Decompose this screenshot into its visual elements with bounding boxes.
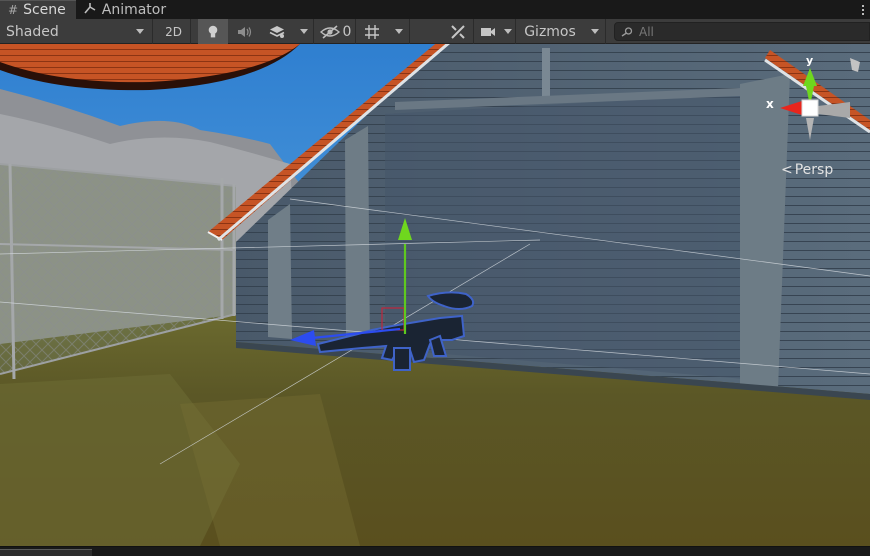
chevron-left-icon: < (781, 162, 793, 178)
hidden-objects-count: 0 (342, 23, 352, 40)
camera-settings-button[interactable] (476, 19, 500, 44)
search-input[interactable] (639, 24, 839, 39)
bottom-tab-strip (0, 546, 870, 556)
chevron-down-icon (503, 29, 512, 34)
scene-viewport[interactable]: x y < Persp (0, 44, 870, 546)
chevron-down-icon (394, 29, 403, 34)
tools-icon (450, 24, 465, 39)
tab-animator-label: Animator (101, 1, 167, 18)
grid-snap-icon (365, 24, 379, 39)
speaker-icon (238, 26, 252, 37)
tab-scene[interactable]: # Scene (0, 0, 76, 19)
animator-icon (84, 2, 97, 17)
grid-dropdown[interactable] (388, 19, 410, 44)
projection-label: Persp (794, 162, 834, 178)
lightbulb-icon (208, 25, 218, 37)
hidden-objects-toggle[interactable]: 0 (316, 19, 356, 44)
search-icon (621, 26, 633, 37)
toggle-2d-button[interactable]: 2D (157, 19, 191, 44)
tools-button[interactable] (442, 19, 474, 44)
chevron-down-icon (136, 29, 144, 34)
draw-mode-label: Shaded (6, 23, 59, 40)
gizmo-x-label: x (766, 97, 774, 111)
chevron-down-icon (590, 29, 599, 34)
layers-icon (269, 25, 285, 38)
scene-search-field[interactable] (614, 22, 870, 41)
tab-bar: # Scene Animator (0, 0, 870, 19)
scene-render (0, 44, 870, 546)
chevron-down-icon (299, 29, 308, 34)
effects-dropdown[interactable] (294, 19, 314, 44)
more-options-icon[interactable] (856, 0, 870, 19)
gizmos-button[interactable]: Gizmos (518, 19, 582, 44)
lighting-toggle-button[interactable] (198, 19, 228, 44)
effects-toggle-button[interactable] (262, 19, 292, 44)
tab-scene-label: Scene (23, 2, 66, 18)
gizmo-y-label: y (806, 54, 814, 67)
draw-mode-dropdown[interactable]: Shaded (0, 19, 153, 44)
grid-toggle-button[interactable] (358, 19, 386, 44)
camera-dropdown[interactable] (500, 19, 516, 44)
bottom-tab-inactive[interactable] (104, 549, 184, 556)
audio-toggle-button[interactable] (230, 19, 260, 44)
tab-animator[interactable]: Animator (76, 0, 176, 19)
projection-toggle[interactable]: < Persp (781, 162, 833, 178)
eye-slash-icon (319, 24, 340, 39)
gizmos-dropdown[interactable] (584, 19, 606, 44)
bottom-tab-active[interactable] (0, 549, 92, 556)
grid-icon: # (8, 3, 19, 17)
scene-toolbar: Shaded 2D 0 Gizmos (0, 19, 870, 44)
camera-icon (481, 27, 495, 36)
